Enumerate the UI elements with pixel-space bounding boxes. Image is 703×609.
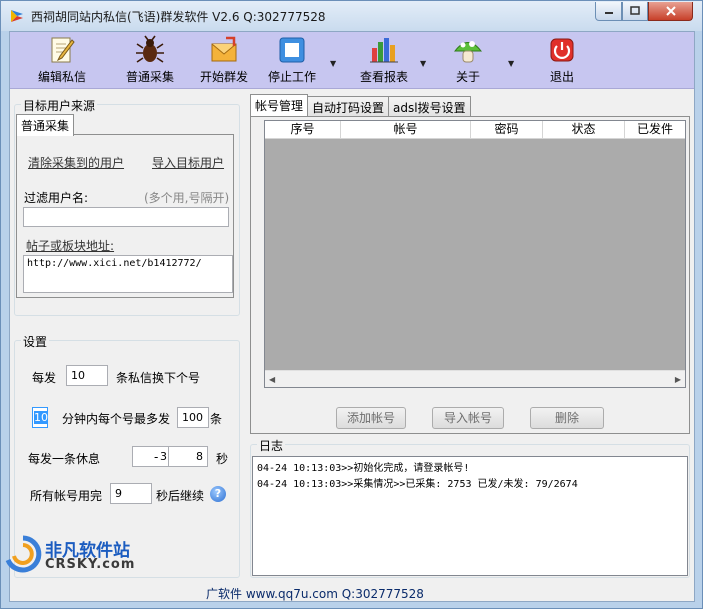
chevron-down-icon[interactable]: ▼: [508, 59, 514, 68]
account-tabs: 帐号管理 自动打码设置 adsl拨号设置: [250, 94, 471, 116]
all-used-label: 所有帐号用完: [30, 489, 103, 503]
seconds-label: 秒: [216, 452, 229, 466]
toolbar-label: 查看报表: [359, 70, 408, 84]
add-account-button[interactable]: 添加帐号: [336, 407, 406, 429]
stop-work-button[interactable]: 停止工作: [262, 34, 322, 87]
rest-max-field[interactable]: 8: [168, 446, 208, 467]
continue-label: 秒后继续: [156, 489, 205, 503]
close-icon: [665, 6, 676, 16]
toolbar-label: 关于: [455, 70, 480, 84]
mushroom-icon: [453, 41, 483, 63]
stop-square-icon: [279, 37, 305, 63]
tab-adsl-dial[interactable]: adsl拨号设置: [388, 96, 471, 116]
max-per-account-label: 分钟内每个号最多发: [62, 412, 171, 426]
status-bar: 广软件 www.qq7u.com Q:302777528: [10, 583, 694, 601]
toolbar-label: 停止工作: [267, 70, 316, 84]
source-group-title: 目标用户来源: [21, 97, 98, 114]
envelope-icon: [211, 36, 237, 62]
settings-group-title: 设置: [21, 333, 50, 350]
tab-normal-collect[interactable]: 普通采集: [16, 114, 75, 136]
exit-button[interactable]: 退出: [532, 34, 592, 87]
rest-min-field[interactable]: 3: [132, 446, 172, 467]
source-tabs: 普通采集: [16, 114, 75, 136]
import-target-link[interactable]: 导入目标用户: [152, 154, 224, 171]
log-area[interactable]: 04-24 10:13:03>>初始化完成，请登录帐号! 04-24 10:13…: [252, 456, 688, 576]
switch-account-label: 条私信换下个号: [116, 371, 201, 385]
column-header[interactable]: 帐号: [341, 121, 471, 138]
scroll-right-icon[interactable]: ▶: [675, 375, 681, 384]
table-header: 序号 帐号 密码 状态 已发件: [265, 121, 685, 139]
status-text: 广软件 www.qq7u.com Q:302777528: [206, 587, 424, 601]
column-header[interactable]: 状态: [543, 121, 625, 138]
filter-input[interactable]: [23, 207, 229, 227]
view-report-button[interactable]: 查看报表: [354, 34, 414, 87]
url-input[interactable]: http://www.xici.net/b1412772/: [23, 255, 233, 293]
log-group-title: 日志: [257, 437, 286, 454]
scroll-left-icon[interactable]: ◀: [269, 375, 275, 384]
unit-label: 条: [210, 412, 223, 426]
watermark-logo: 非凡软件站 CRSKY.com: [3, 534, 168, 574]
account-table[interactable]: 序号 帐号 密码 状态 已发件 ◀ ▶: [264, 120, 686, 388]
bug-icon: [136, 35, 164, 63]
client-area: 编辑私信 普通采集 开始群发 停止工作 ▼ 查看报表 ▼ 关于 ▼ 退出 目标用…: [9, 31, 695, 602]
minutes-field[interactable]: 10: [32, 407, 48, 428]
start-send-button[interactable]: 开始群发: [194, 34, 254, 87]
chevron-down-icon[interactable]: ▼: [330, 59, 336, 68]
toolbar-label: 普通采集: [125, 70, 174, 84]
title-bar[interactable]: 西祠胡同站内私信(飞语)群发软件 V2.6 Q:302777528: [1, 1, 702, 31]
help-icon[interactable]: ?: [210, 486, 226, 502]
minimize-icon: [604, 12, 613, 14]
per-send-label: 每发: [32, 371, 57, 385]
toolbar-label: 编辑私信: [37, 70, 86, 84]
clear-collected-link[interactable]: 清除采集到的用户: [28, 154, 124, 171]
watermark-sub: CRSKY.com: [45, 557, 136, 572]
import-account-button[interactable]: 导入帐号: [432, 407, 504, 429]
tab-account-manage[interactable]: 帐号管理: [250, 94, 309, 116]
column-header[interactable]: 已发件: [625, 121, 685, 138]
log-line: 04-24 10:13:03>>初始化完成，请登录帐号!: [257, 463, 470, 474]
app-window: 西祠胡同站内私信(飞语)群发软件 V2.6 Q:302777528 编辑私信 普…: [0, 0, 703, 609]
filter-label: 过滤用户名:: [24, 191, 89, 205]
collect-button[interactable]: 普通采集: [120, 34, 180, 87]
log-line: 04-24 10:13:03>>采集情况>>已采集: 2753 已发/未发: 7…: [257, 479, 578, 490]
power-exit-icon: [550, 38, 574, 62]
wait-seconds-field[interactable]: 9: [110, 483, 152, 504]
about-button[interactable]: 关于: [438, 34, 498, 87]
tab-auto-captcha[interactable]: 自动打码设置: [307, 96, 390, 116]
bar-report-icon: [370, 38, 398, 63]
url-label: 帖子或板块地址:: [26, 239, 115, 253]
chevron-down-icon[interactable]: ▼: [420, 59, 426, 68]
watermark-swirl-icon: [5, 535, 42, 573]
toolbar: 编辑私信 普通采集 开始群发 停止工作 ▼ 查看报表 ▼ 关于 ▼ 退出: [10, 32, 694, 89]
pencil-note-icon: [51, 37, 75, 63]
switch-count-field[interactable]: 10: [66, 365, 108, 386]
dash-label: -: [154, 450, 159, 464]
rest-label: 每发一条休息: [28, 452, 101, 466]
edit-message-button[interactable]: 编辑私信: [32, 34, 92, 87]
window-title: 西祠胡同站内私信(飞语)群发软件 V2.6 Q:302777528: [31, 10, 326, 24]
app-icon: [11, 10, 23, 22]
column-header[interactable]: 密码: [471, 121, 543, 138]
delete-button[interactable]: 删除: [530, 407, 604, 429]
maximize-icon: [630, 6, 640, 15]
toolbar-label: 开始群发: [199, 70, 248, 84]
max-send-field[interactable]: 100: [177, 407, 209, 428]
horizontal-scrollbar[interactable]: ◀ ▶: [265, 370, 685, 387]
toolbar-label: 退出: [549, 70, 574, 84]
close-button[interactable]: [648, 2, 693, 21]
minimize-button[interactable]: [595, 2, 622, 21]
filter-hint: (多个用,号隔开): [144, 191, 230, 205]
column-header[interactable]: 序号: [265, 121, 341, 138]
maximize-button[interactable]: [622, 2, 648, 21]
